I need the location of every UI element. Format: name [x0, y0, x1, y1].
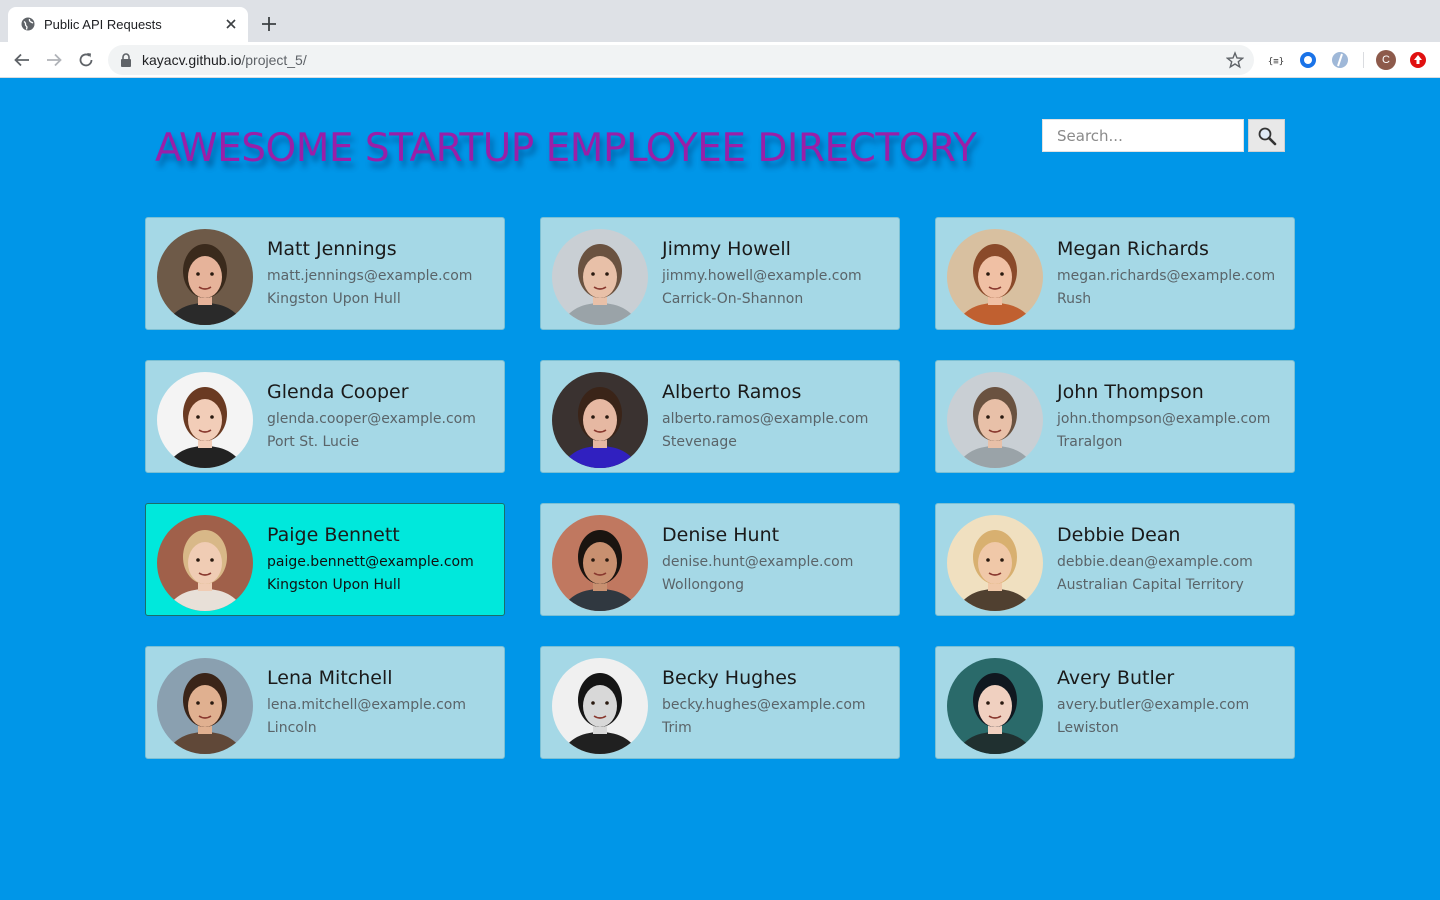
profile-avatar[interactable]: C	[1376, 50, 1396, 70]
back-arrow-icon[interactable]	[13, 51, 31, 69]
globe-icon	[21, 17, 35, 31]
employee-card[interactable]: Denise Hunt denise.hunt@example.com Wollon…	[540, 503, 900, 616]
employee-name: Alberto Ramos	[662, 381, 802, 403]
employee-city: Wollongong	[662, 577, 745, 593]
employee-email: debbie.dean@example.com	[1057, 554, 1253, 570]
employee-card[interactable]: Debbie Dean debbie.dean@example.com Austra…	[935, 503, 1295, 616]
update-extension-icon[interactable]	[1408, 50, 1428, 70]
close-icon[interactable]	[224, 17, 238, 31]
employee-photo	[947, 515, 1043, 611]
url-path: /project_5/	[241, 52, 307, 68]
employee-city: Port St. Lucie	[267, 434, 360, 450]
employee-card[interactable]: Alberto Ramos alberto.ramos@example.com St…	[540, 360, 900, 473]
employee-city: Lewiston	[1057, 720, 1119, 736]
employee-name: Jimmy Howell	[662, 238, 791, 260]
employee-email: becky.hughes@example.com	[662, 697, 866, 713]
employee-email: glenda.cooper@example.com	[267, 411, 476, 427]
employee-card[interactable]: Avery Butler avery.butler@example.com Lewi…	[935, 646, 1295, 759]
employee-photo	[157, 515, 253, 611]
employee-card[interactable]: Matt Jennings matt.jennings@example.com Ki…	[145, 217, 505, 330]
employee-email: avery.butler@example.com	[1057, 697, 1250, 713]
employee-name: Lena Mitchell	[267, 667, 393, 689]
employee-photo	[947, 658, 1043, 754]
url-host: kayacv.github.io	[142, 52, 242, 68]
employee-photo	[947, 229, 1043, 325]
employee-name: John Thompson	[1057, 381, 1204, 403]
employee-email: matt.jennings@example.com	[267, 268, 473, 284]
employee-name: Megan Richards	[1057, 238, 1209, 260]
magnifier-icon	[1258, 127, 1276, 145]
employee-city: Stevenage	[662, 434, 737, 450]
employee-photo	[157, 229, 253, 325]
employee-name: Paige Bennett	[267, 524, 400, 546]
json-viewer-extension-icon[interactable]: {≡}	[1266, 50, 1286, 70]
bookmark-star-icon[interactable]	[1226, 51, 1244, 69]
employee-name: Denise Hunt	[662, 524, 780, 546]
employee-card[interactable]: Becky Hughes becky.hughes@example.com Trim	[540, 646, 900, 759]
employee-card[interactable]: Paige Bennett paige.bennett@example.com Ki…	[145, 503, 505, 616]
employee-email: paige.bennett@example.com	[267, 554, 474, 570]
employee-card[interactable]: John Thompson john.thompson@example.com Tr…	[935, 360, 1295, 473]
reload-icon[interactable]	[77, 51, 95, 69]
employee-email: megan.richards@example.com	[1057, 268, 1276, 284]
employee-photo	[552, 372, 648, 468]
employee-city: Rush	[1057, 291, 1092, 307]
employee-city: Australian Capital Territory	[1057, 577, 1244, 593]
employee-city: Traralgon	[1057, 434, 1123, 450]
employee-photo	[552, 229, 648, 325]
search-input[interactable]	[1042, 119, 1244, 152]
tab-title: Public API Requests	[44, 17, 162, 32]
employee-city: Carrick-On-Shannon	[662, 291, 804, 307]
employee-card[interactable]: Lena Mitchell lena.mitchell@example.com Li…	[145, 646, 505, 759]
employee-city: Kingston Upon Hull	[267, 291, 401, 307]
page-title: AWESOME STARTUP EMPLOYEE DIRECTORY	[155, 126, 977, 171]
employee-card[interactable]: Jimmy Howell jimmy.howell@example.com Carr…	[540, 217, 900, 330]
employee-name: Glenda Cooper	[267, 381, 409, 403]
employee-card[interactable]: Megan Richards megan.richards@example.com…	[935, 217, 1295, 330]
svg-text:{≡}: {≡}	[1268, 57, 1284, 67]
employee-email: alberto.ramos@example.com	[662, 411, 869, 427]
employee-city: Lincoln	[267, 720, 317, 736]
employee-card[interactable]: Glenda Cooper glenda.cooper@example.com Po…	[145, 360, 505, 473]
employee-photo	[552, 515, 648, 611]
browser-tabstrip: Public API Requests	[0, 0, 1440, 42]
employee-photo	[157, 372, 253, 468]
url-text: kayacv.github.io/project_5/	[142, 52, 307, 68]
employee-name: Matt Jennings	[267, 238, 397, 260]
employee-photo	[947, 372, 1043, 468]
employee-photo	[552, 658, 648, 754]
new-tab-icon[interactable]	[260, 15, 278, 33]
browser-toolbar: kayacv.github.io/project_5/ {≡} C	[0, 42, 1440, 78]
employee-email: john.thompson@example.com	[1057, 411, 1271, 427]
forward-arrow-icon[interactable]	[45, 51, 63, 69]
address-bar[interactable]: kayacv.github.io/project_5/	[108, 45, 1254, 75]
browser-tab[interactable]: Public API Requests	[8, 7, 248, 42]
employee-city: Kingston Upon Hull	[267, 577, 401, 593]
employee-name: Becky Hughes	[662, 667, 797, 689]
employee-city: Trim	[662, 720, 692, 736]
employee-name: Debbie Dean	[1057, 524, 1181, 546]
search-button[interactable]	[1248, 119, 1285, 152]
employee-email: lena.mitchell@example.com	[267, 697, 466, 713]
employee-email: jimmy.howell@example.com	[662, 268, 862, 284]
lock-icon	[121, 53, 131, 67]
employee-name: Avery Butler	[1057, 667, 1175, 689]
circle-extension-icon[interactable]	[1298, 50, 1318, 70]
compass-extension-icon[interactable]	[1330, 50, 1350, 70]
toolbar-divider	[1363, 52, 1364, 68]
employee-email: denise.hunt@example.com	[662, 554, 854, 570]
employee-photo	[157, 658, 253, 754]
